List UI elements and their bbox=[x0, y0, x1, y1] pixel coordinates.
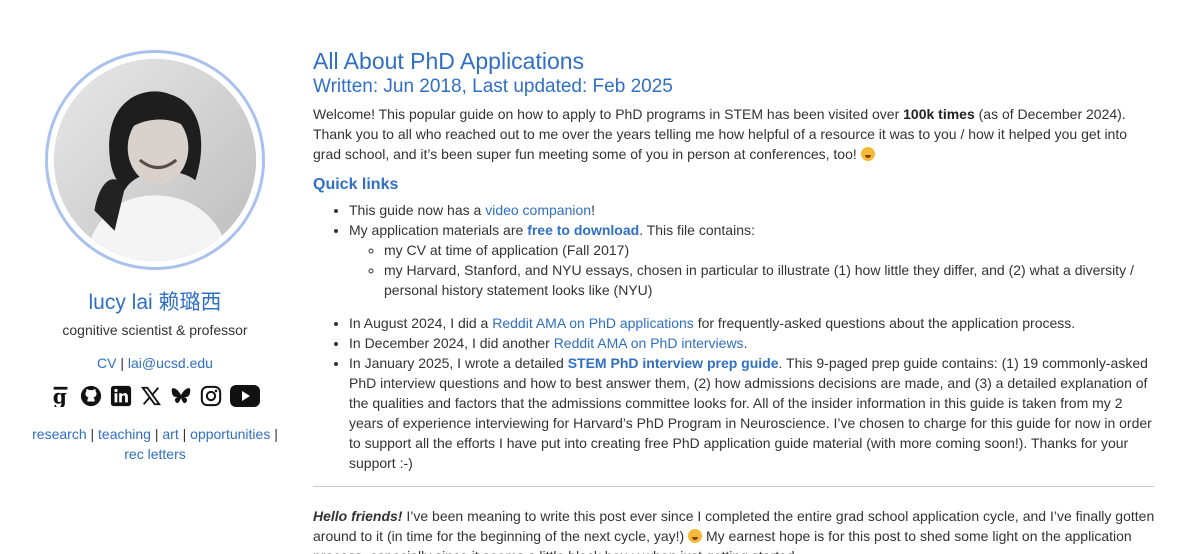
x-icon[interactable] bbox=[140, 385, 162, 407]
reddit-ama-applications-link[interactable]: Reddit AMA on PhD applications bbox=[492, 315, 694, 331]
materials-sublist: my CV at time of application (Fall 2017)… bbox=[349, 240, 1158, 300]
visit-count: 100k times bbox=[903, 106, 975, 122]
welcome-paragraph: Welcome! This popular guide on how to ap… bbox=[313, 106, 1128, 162]
reddit-ama-interviews-link[interactable]: Reddit AMA on PhD interviews bbox=[554, 335, 744, 351]
page-subtitle: Written: Jun 2018, Last updated: Feb 202… bbox=[313, 76, 673, 97]
contact-links: CV | lai@ucsd.edu bbox=[20, 355, 290, 371]
social-links: g bbox=[20, 385, 290, 407]
nav-research[interactable]: research bbox=[32, 426, 86, 442]
nav-opportunities[interactable]: opportunities bbox=[190, 426, 270, 442]
google-scholar-icon[interactable]: g bbox=[50, 385, 72, 407]
free-download-link[interactable]: free to download bbox=[527, 222, 639, 238]
quick-links-list: This guide now has a video companion! My… bbox=[313, 200, 1158, 473]
separator: | bbox=[178, 426, 191, 442]
quick-links-heading: Quick links bbox=[313, 176, 399, 193]
page-title: All About PhD Applications bbox=[313, 48, 585, 74]
avatar-ring bbox=[45, 50, 265, 270]
video-companion-link[interactable]: video companion bbox=[485, 202, 591, 218]
separator: | bbox=[270, 426, 278, 442]
list-item: This guide now has a video companion! bbox=[349, 200, 1158, 220]
site-nav: research | teaching | art | opportunitie… bbox=[20, 424, 290, 464]
email-link[interactable]: lai@ucsd.edu bbox=[128, 355, 213, 371]
bluesky-icon[interactable] bbox=[170, 385, 192, 407]
profile-name: lucy lai 赖璐西 bbox=[88, 291, 222, 314]
avatar bbox=[54, 59, 256, 261]
article: All About PhD Applications Written: Jun … bbox=[313, 47, 1158, 554]
separator: | bbox=[116, 355, 128, 371]
list-item: my Harvard, Stanford, and NYU essays, ch… bbox=[384, 260, 1158, 300]
list-item: In December 2024, I did another Reddit A… bbox=[349, 333, 1158, 353]
profile-sidebar: lucy lai 赖璐西 cognitive scientist & profe… bbox=[20, 50, 290, 464]
greeting: Hello friends! bbox=[313, 508, 403, 524]
avatar-photo-icon bbox=[54, 59, 256, 261]
separator: | bbox=[86, 426, 99, 442]
list-item: In August 2024, I did a Reddit AMA on Ph… bbox=[349, 313, 1158, 333]
profile-tagline: cognitive scientist & professor bbox=[62, 322, 248, 338]
cv-link[interactable]: CV bbox=[97, 355, 116, 371]
interview-prep-guide-link[interactable]: STEM PhD interview prep guide bbox=[568, 355, 779, 371]
nav-rec-letters[interactable]: rec letters bbox=[124, 446, 185, 462]
nav-teaching[interactable]: teaching bbox=[98, 426, 151, 442]
list-item: my CV at time of application (Fall 2017) bbox=[384, 240, 1158, 260]
linkedin-icon[interactable] bbox=[110, 385, 132, 407]
divider bbox=[313, 486, 1154, 487]
youtube-icon[interactable] bbox=[230, 385, 260, 407]
list-item: My application materials are free to dow… bbox=[349, 220, 1158, 300]
nav-art[interactable]: art bbox=[162, 426, 178, 442]
grinning-emoji-icon bbox=[860, 147, 875, 161]
separator: | bbox=[150, 426, 163, 442]
grinning-emoji-icon bbox=[688, 529, 703, 543]
instagram-icon[interactable] bbox=[200, 385, 222, 407]
github-icon[interactable] bbox=[80, 385, 102, 407]
list-item: In January 2025, I wrote a detailed STEM… bbox=[349, 353, 1158, 473]
intro-paragraph: Hello friends! I’ve been meaning to writ… bbox=[313, 508, 1155, 554]
